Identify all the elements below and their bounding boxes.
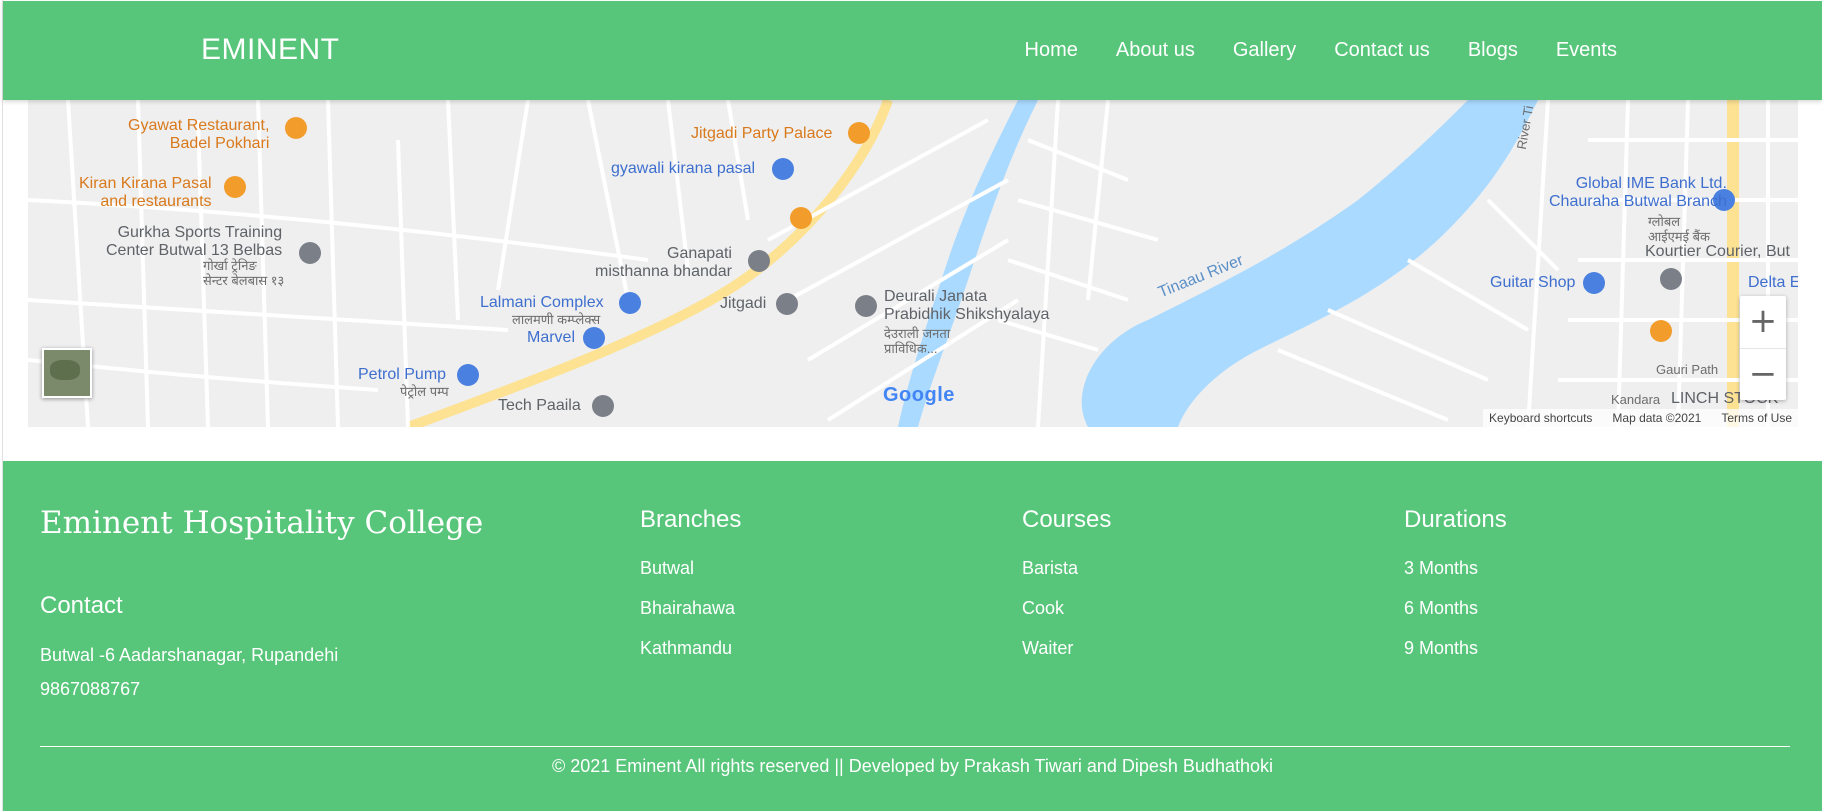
footer-divider: [40, 746, 1790, 747]
duration-link[interactable]: 6 Months: [1404, 598, 1507, 619]
map-tiles: [28, 100, 1798, 427]
college-name: Eminent Hospitality College: [40, 505, 484, 541]
map-place-label: Jitgadi: [720, 295, 767, 312]
nav-contact-us[interactable]: Contact us: [1334, 39, 1430, 62]
map-place-label: पेट्रोल पम्प: [400, 384, 449, 399]
nav-gallery[interactable]: Gallery: [1233, 39, 1296, 62]
zoom-out-button[interactable]: −: [1740, 348, 1786, 398]
map-place-label: देउराली जनता प्राविधिक...: [884, 326, 951, 356]
map-place-label: Delta E: [1748, 274, 1798, 291]
zoom-in-button[interactable]: +: [1740, 296, 1786, 346]
google-logo: Google: [883, 384, 955, 407]
map-place-label: Gauri Path: [1656, 362, 1719, 377]
contact-address: Butwal -6 Aadarshanagar, Rupandehi: [40, 645, 339, 665]
satellite-toggle[interactable]: [42, 348, 92, 398]
map-place-label: Jitgadi Party Palace: [691, 125, 833, 142]
map-data-label: Map data ©2021: [1612, 411, 1702, 425]
branch-link[interactable]: Kathmandu: [640, 638, 741, 659]
map-place-label: gyawali kirana pasal: [611, 160, 756, 177]
map-place-label: Global IME Bank Ltd. Chauraha Butwal Bra…: [1549, 175, 1727, 210]
map-place-label: Kourtier Courier, But: [1645, 243, 1790, 260]
map-attribution: Keyboard shortcuts Map data ©2021 Terms …: [1483, 409, 1798, 427]
contact-heading: Contact: [40, 592, 123, 619]
map-place-label: Lalmani Complex: [480, 294, 604, 311]
google-logo-text: Google: [883, 384, 955, 406]
branches-column: Branches Butwal Bhairahawa Kathmandu: [640, 506, 741, 678]
nav-blogs[interactable]: Blogs: [1468, 39, 1518, 62]
brand-logo[interactable]: EMINENT: [201, 33, 340, 67]
map-place-label: Marvel: [527, 329, 576, 346]
branch-link[interactable]: Butwal: [640, 558, 741, 579]
map-place-label: Deurali Janata Prabidhik Shikshyalaya: [884, 288, 1050, 323]
courses-column: Courses Barista Cook Waiter: [1022, 506, 1111, 678]
map-place-label: Tech Paaila: [498, 397, 581, 414]
map-place-label: Gurkha Sports Training Center Butwal 13 …: [106, 224, 283, 259]
contact-phone: 9867088767: [40, 679, 141, 699]
duration-link[interactable]: 3 Months: [1404, 558, 1507, 579]
course-link[interactable]: Waiter: [1022, 638, 1111, 659]
branches-heading: Branches: [640, 506, 742, 533]
map-place-label: गोर्खा ट्रेनिङ सेन्टर बेलबास १३: [203, 258, 285, 288]
site-footer: Eminent Hospitality College Contact Butw…: [3, 461, 1822, 811]
nav-events[interactable]: Events: [1556, 39, 1617, 62]
course-link[interactable]: Cook: [1022, 598, 1111, 619]
embedded-map[interactable]: Gyawat Restaurant, Badel Pokhari Kiran K…: [28, 100, 1798, 427]
map-place-label: Kandara: [1611, 392, 1661, 407]
map-place-label: लालमणी कम्प्लेक्स: [512, 312, 601, 327]
map-place-label: Ganapati misthanna bhandar: [595, 245, 732, 280]
duration-link[interactable]: 9 Months: [1404, 638, 1507, 659]
map-place-label: Petrol Pump: [358, 366, 447, 383]
terms-of-use-link[interactable]: Terms of Use: [1721, 411, 1792, 425]
map-place-label: ग्लोबल आईएमई बैंक: [1648, 214, 1711, 244]
map-place-label: Gyawat Restaurant, Badel Pokhari: [128, 117, 270, 152]
copyright-text: © 2021 Eminent All rights reserved || De…: [551, 756, 1273, 776]
map-place-label: Guitar Shop: [1490, 274, 1576, 291]
site-header: EMINENT Home About us Gallery Contact us…: [3, 1, 1822, 100]
courses-heading: Courses: [1022, 506, 1112, 533]
map-place-label: Kiran Kirana Pasal and restaurants: [79, 175, 212, 210]
nav-home[interactable]: Home: [1025, 39, 1078, 62]
page: EMINENT Home About us Gallery Contact us…: [0, 0, 1822, 811]
course-link[interactable]: Barista: [1022, 558, 1111, 579]
nav-about-us[interactable]: About us: [1116, 39, 1195, 62]
branch-link[interactable]: Bhairahawa: [640, 598, 741, 619]
durations-column: Durations 3 Months 6 Months 9 Months: [1404, 506, 1507, 678]
keyboard-shortcuts-link[interactable]: Keyboard shortcuts: [1489, 411, 1592, 425]
zoom-controls: + −: [1740, 296, 1786, 400]
durations-heading: Durations: [1404, 506, 1507, 533]
main-nav: Home About us Gallery Contact us Blogs E…: [1025, 39, 1617, 62]
